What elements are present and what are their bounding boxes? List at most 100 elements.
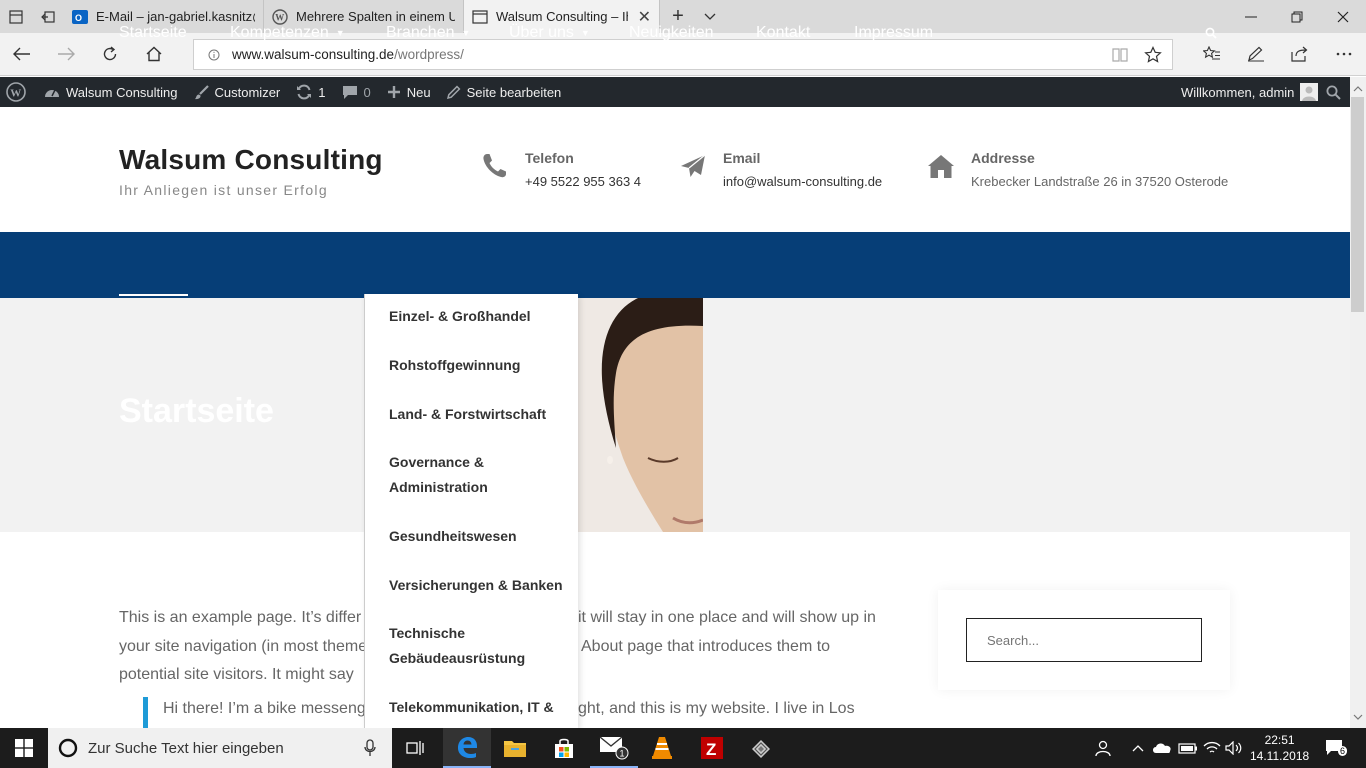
adminbar-site-link[interactable]: Walsum Consulting (36, 77, 186, 107)
quote-line: Hi there! I’m a bike messeng (163, 700, 366, 717)
nav-active-indicator (119, 294, 188, 296)
battery-icon[interactable] (1176, 728, 1200, 768)
blockquote-text: Hi there! I’m a bike messeng ght, and th… (163, 700, 855, 718)
chevron-up-icon[interactable] (1128, 728, 1148, 768)
wp-admin-bar: W Walsum Consulting Customizer 1 0 Neu S… (0, 77, 1350, 107)
site-title[interactable]: Walsum Consulting (119, 144, 383, 176)
share-icon[interactable] (1278, 33, 1322, 75)
dashboard-gauge-icon (44, 85, 60, 99)
notification-count: 6 (1338, 746, 1348, 756)
file-explorer-icon[interactable] (491, 728, 539, 768)
set-aside-tabs-icon[interactable] (32, 0, 64, 33)
nav-item-branchen[interactable]: Branchen ▼ (386, 0, 470, 66)
nav-item-impressum[interactable]: Impressum (854, 0, 933, 66)
phone-icon (481, 152, 509, 180)
notes-pen-icon[interactable] (1234, 33, 1278, 75)
dropdown-item[interactable]: Technische Gebäudeausrüstung (389, 621, 529, 671)
nav-label: Kompetenzen (230, 24, 329, 41)
main-navigation (0, 232, 1350, 298)
nav-item-kontakt[interactable]: Kontakt (756, 0, 810, 66)
minimize-icon[interactable] (1228, 0, 1274, 33)
windows-start-icon[interactable] (0, 728, 48, 768)
svg-text:W: W (10, 88, 21, 100)
contact-phone: Telefon +49 5522 955 363 4 (481, 150, 641, 189)
microphone-icon[interactable] (364, 739, 376, 757)
page-icon (472, 9, 488, 25)
adminbar-welcome: Willkommen, admin (1181, 84, 1295, 100)
wp-logo-icon[interactable]: W (0, 77, 36, 107)
dropdown-item[interactable]: Rohstoffgewinnung (389, 353, 569, 378)
adminbar-comments-count: 0 (363, 84, 371, 100)
adminbar-new[interactable]: Neu (379, 77, 439, 107)
nav-item-neuigkeiten[interactable]: Neuigkeiten (629, 0, 714, 66)
favorite-star-icon[interactable] (1144, 46, 1162, 64)
outlook-icon: O (72, 9, 88, 25)
phone-value[interactable]: +49 5522 955 363 4 (525, 174, 641, 189)
dropdown-item[interactable]: Telekommunikation, IT & (389, 695, 569, 720)
reading-view-icon[interactable] (1112, 47, 1128, 63)
nav-label: Kontakt (756, 24, 811, 41)
dropdown-item[interactable]: Gesundheitswesen (389, 524, 569, 549)
adminbar-edit-page[interactable]: Seite bearbeiten (439, 77, 570, 107)
house-icon (927, 152, 955, 180)
more-menu-icon[interactable] (1322, 33, 1366, 75)
taskbar-clock[interactable]: 22:51 14.11.2018 (1250, 732, 1309, 764)
svg-text:O: O (75, 13, 82, 23)
dropdown-item[interactable]: Governance & Administration (389, 450, 519, 500)
phone-label: Telefon (525, 150, 574, 166)
email-value[interactable]: info@walsum-consulting.de (723, 174, 882, 189)
nav-search-icon[interactable] (1205, 0, 1217, 66)
task-view-icon[interactable] (392, 728, 440, 768)
back-arrow-icon[interactable] (0, 33, 44, 75)
plus-icon (387, 85, 401, 99)
nav-item-startseite[interactable]: Startseite (119, 0, 187, 66)
nav-label: Startseite (119, 24, 187, 41)
scrollbar-thumb[interactable] (1351, 97, 1364, 312)
nav-item-kompetenzen[interactable]: Kompetenzen ▼ (230, 0, 345, 66)
svg-text:1: 1 (620, 749, 625, 759)
onedrive-cloud-icon[interactable] (1150, 728, 1174, 768)
close-window-icon[interactable] (1320, 0, 1366, 33)
action-center-icon[interactable]: 6 (1320, 728, 1350, 768)
wifi-icon[interactable] (1200, 728, 1224, 768)
taskbar-search-text: Zur Suche Text hier eingeben (88, 739, 284, 757)
tab-overview-icon[interactable] (0, 0, 32, 33)
address-label: Addresse (971, 150, 1035, 166)
caret-down-icon: ▼ (580, 28, 590, 38)
content-line: potential site visitors. It might say (119, 666, 354, 683)
dropdown-item[interactable]: Land- & Forstwirtschaft (389, 402, 569, 427)
branchen-dropdown-menu: Einzel- & Großhandel Rohstoffgewinnung L… (364, 294, 578, 728)
clock-time: 22:51 (1264, 733, 1295, 747)
paintbrush-icon (194, 84, 209, 100)
taskbar-search-box[interactable]: Zur Suche Text hier eingeben (48, 728, 392, 768)
server-app-icon[interactable] (737, 728, 785, 768)
cortana-icon (58, 738, 78, 758)
vlc-icon[interactable] (638, 728, 686, 768)
adminbar-new-label: Neu (406, 84, 431, 100)
nav-label: Branchen (386, 24, 455, 41)
contact-email: Email info@walsum-consulting.de (679, 150, 882, 189)
adminbar-customizer[interactable]: Customizer (186, 77, 289, 107)
adminbar-comments[interactable]: 0 (334, 77, 379, 107)
site-info-icon[interactable] (208, 49, 220, 61)
nav-item-ueber-uns[interactable]: Über uns ▼ (509, 0, 590, 66)
forward-arrow-icon[interactable] (44, 33, 88, 75)
dropdown-item[interactable]: Einzel- & Großhandel (389, 304, 569, 329)
clock-date: 14.11.2018 (1250, 749, 1310, 763)
restore-icon[interactable] (1274, 0, 1320, 33)
adminbar-account[interactable]: Willkommen, admin (1173, 77, 1326, 107)
adminbar-updates[interactable]: 1 (288, 77, 333, 107)
edge-browser-icon[interactable] (443, 728, 491, 768)
adminbar-search-icon[interactable] (1318, 77, 1349, 107)
adminbar-edit-label: Seite bearbeiten (466, 84, 562, 100)
mail-icon[interactable]: 1 (590, 728, 638, 768)
store-icon[interactable] (540, 728, 588, 768)
nav-label: Impressum (854, 24, 934, 41)
filezilla-icon[interactable]: Z (688, 728, 736, 768)
caret-down-icon: ▼ (461, 28, 471, 38)
hero-portrait-image (578, 298, 703, 532)
dropdown-item[interactable]: Versicherungen & Banken (389, 573, 569, 598)
volume-icon[interactable] (1222, 728, 1246, 768)
people-icon[interactable] (1090, 728, 1116, 768)
sidebar-search-input[interactable] (966, 618, 1202, 662)
